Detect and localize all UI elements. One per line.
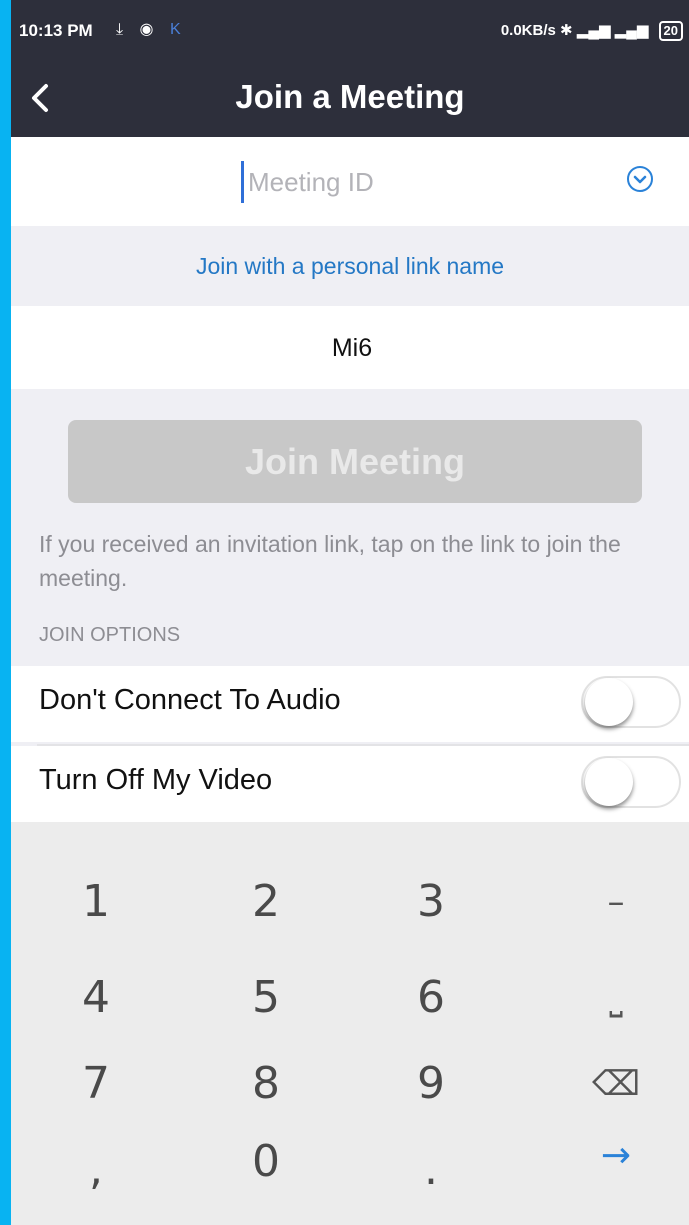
meeting-id-row: [11, 137, 689, 226]
invitation-hint: If you received an invitation link, tap …: [39, 531, 621, 591]
option-row-video: Turn Off My Video: [11, 746, 689, 822]
bluetooth-icon: ✱: [560, 22, 573, 39]
display-name-row: [11, 306, 689, 389]
numeric-keypad: 1 2 3 – 4 5 6 ⎵ 7 8 9 ⌫ , 0 . →: [11, 822, 689, 1225]
battery-icon: 20: [658, 21, 683, 41]
status-bar: 10:13 PM ⤓ ◉ K 0.0KB/s ✱ ▂▄▆ ▂▄▆ 20: [11, 0, 689, 60]
key-4[interactable]: 4: [21, 950, 171, 1046]
key-7[interactable]: 7: [21, 1036, 171, 1132]
status-icons-right: 0.0KB/s ✱ ▂▄▆ ▂▄▆ 20: [501, 21, 683, 41]
option-label-video: Turn Off My Video: [39, 764, 273, 796]
video-toggle[interactable]: [581, 756, 681, 808]
enter-arrow-icon[interactable]: →: [541, 1108, 689, 1204]
chrome-icon: ◉: [139, 21, 154, 38]
network-speed: 0.0KB/s: [500, 22, 556, 39]
key-comma[interactable]: ,: [21, 1122, 171, 1218]
space-key-icon[interactable]: ⎵: [541, 950, 689, 1046]
key-0[interactable]: 0: [191, 1114, 341, 1210]
join-meeting-button[interactable]: Join Meeting: [68, 420, 642, 503]
download-icon: ⤓: [116, 21, 124, 38]
audio-toggle[interactable]: [581, 676, 681, 728]
key-5[interactable]: 5: [191, 950, 341, 1046]
join-options-header: JOIN OPTIONS: [39, 624, 181, 646]
toggle-knob: [585, 758, 633, 806]
nav-bar: Join a Meeting: [11, 60, 689, 137]
status-time: 10:13 PM: [19, 21, 93, 40]
meeting-id-input[interactable]: [241, 161, 550, 203]
signal-4g-icon: ▂▄▆: [614, 22, 649, 39]
personal-link-button[interactable]: Join with a personal link name: [11, 226, 689, 306]
page-title: Join a Meeting: [235, 78, 465, 115]
key-period[interactable]: .: [356, 1122, 506, 1218]
key-2[interactable]: 2: [191, 854, 341, 950]
key-3[interactable]: 3: [356, 854, 506, 950]
key-6[interactable]: 6: [356, 950, 506, 1046]
status-icons-left: ⤓ ◉ K: [116, 19, 193, 39]
signal-icon: ▂▄▆: [576, 22, 611, 39]
option-label-audio: Don't Connect To Audio: [39, 684, 341, 716]
key-minus[interactable]: –: [541, 854, 689, 950]
app-screen: 10:13 PM ⤓ ◉ K 0.0KB/s ✱ ▂▄▆ ▂▄▆ 20 Join…: [11, 0, 689, 1225]
key-9[interactable]: 9: [356, 1036, 506, 1132]
display-name-input[interactable]: [11, 326, 689, 370]
option-row-audio: Don't Connect To Audio: [11, 666, 689, 742]
key-1[interactable]: 1: [21, 854, 171, 950]
app-icon: K: [169, 21, 181, 38]
toggle-knob: [585, 678, 633, 726]
chevron-down-circle-icon[interactable]: [625, 164, 655, 194]
